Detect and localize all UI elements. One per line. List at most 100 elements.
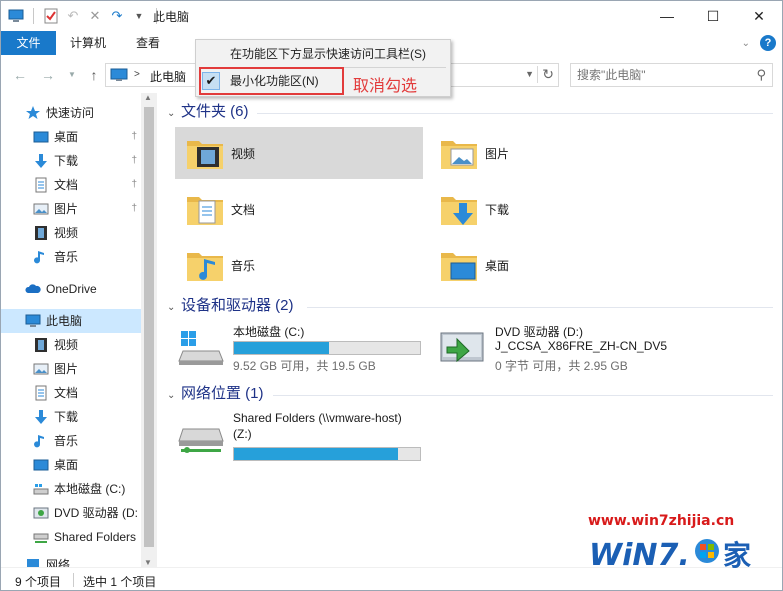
recent-locations-icon[interactable]: ▼	[63, 65, 81, 85]
annotation-text: 取消勾选	[353, 78, 418, 95]
nav-item-label: 视频	[54, 338, 79, 352]
search-input[interactable]	[577, 65, 747, 85]
svg-text:WiN7.: WiN7.	[589, 538, 690, 573]
nav-item-12[interactable]: 下载	[1, 405, 141, 429]
window-controls: — ☐ ✕	[644, 1, 782, 31]
nav-item-15[interactable]: 本地磁盘 (C:)	[1, 477, 141, 501]
nav-scrollbar[interactable]: ▲ ▼	[141, 93, 157, 567]
pin-icon[interactable]: †	[131, 173, 137, 197]
minimize-button[interactable]: —	[644, 1, 690, 31]
usage-bar	[233, 341, 421, 355]
maximize-button[interactable]: ☐	[690, 1, 736, 31]
video-folder-icon	[187, 141, 223, 169]
nav-item-14[interactable]: 桌面	[1, 453, 141, 477]
pin-icon[interactable]: †	[131, 197, 137, 221]
pin-icon[interactable]: †	[131, 149, 137, 173]
nav-item-3[interactable]: 文档 †	[1, 173, 141, 197]
group-header-network[interactable]: ⌄ 网络位置 (1)	[167, 383, 264, 405]
close-button[interactable]: ✕	[736, 1, 782, 31]
item-count: 9 个项目	[15, 575, 62, 589]
drive-name: Shared Folders (\\vmware-host)	[233, 411, 402, 425]
explorer-window: ↶ ✕ ↷ ▼ 此电脑 — ☐ ✕ 文件 计算机 查看 ⌄ ? 在功能区下方显示…	[0, 0, 783, 591]
computer-icon[interactable]	[7, 7, 25, 25]
nav-item-label: 下载	[54, 154, 79, 168]
document-icon	[33, 385, 49, 401]
folder-tile-2[interactable]: 文档	[175, 183, 423, 235]
drive-letter: (Z:)	[233, 427, 252, 441]
folder-tile-0[interactable]: 视频	[175, 127, 423, 179]
dvd-icon	[440, 332, 484, 363]
customize-dropdown-icon[interactable]: ▼	[130, 7, 148, 25]
folder-tile-4[interactable]: 音乐	[175, 239, 423, 291]
nav-item-0[interactable]: 快速访问	[1, 101, 141, 125]
nav-item-2[interactable]: 下载 †	[1, 149, 141, 173]
help-icon[interactable]: ?	[760, 35, 776, 51]
nav-item-label: 下载	[54, 410, 79, 424]
usage-fill	[234, 448, 398, 460]
nav-item-11[interactable]: 文档	[1, 381, 141, 405]
drive-free-space: 0 字节 可用，共 2.95 GB	[495, 359, 628, 373]
nav-item-label: 桌面	[54, 130, 79, 144]
nav-item-label: DVD 驱动器 (D:	[54, 506, 139, 520]
tab-computer[interactable]: 计算机	[70, 31, 106, 55]
up-icon[interactable]: ↑	[85, 65, 103, 85]
undo-icon[interactable]: ↶	[64, 7, 82, 25]
search-icon: ⚲	[756, 67, 766, 82]
nav-item-17[interactable]: Shared Folders	[1, 525, 141, 549]
document-icon	[33, 177, 49, 193]
forward-icon[interactable]: →	[39, 65, 57, 85]
nav-item-5[interactable]: 视频	[1, 221, 141, 245]
folder-tile-5[interactable]: 桌面	[429, 239, 677, 291]
pin-icon[interactable]: †	[131, 125, 137, 149]
nav-item-9[interactable]: 视频	[1, 333, 141, 357]
expand-ribbon-icon[interactable]: ⌄	[742, 38, 750, 49]
nav-item-label: 本地磁盘 (C:)	[54, 482, 126, 496]
tab-view[interactable]: 查看	[136, 31, 160, 55]
scroll-thumb[interactable]	[144, 107, 154, 547]
scroll-up-icon[interactable]: ▲	[144, 93, 152, 102]
nav-item-13[interactable]: 音乐	[1, 429, 141, 453]
tab-file[interactable]: 文件	[1, 31, 56, 55]
refresh-icon[interactable]: ↻	[537, 66, 554, 83]
address-dropdown-icon[interactable]: ▼	[525, 69, 534, 79]
properties-icon[interactable]	[42, 7, 60, 25]
nav-item-6[interactable]: 音乐	[1, 245, 141, 269]
nav-item-1[interactable]: 桌面 †	[1, 125, 141, 149]
nav-item-8[interactable]: 此电脑	[1, 309, 141, 333]
redo-icon[interactable]: ↷	[108, 7, 126, 25]
delete-icon[interactable]: ✕	[86, 7, 104, 25]
nav-item-16[interactable]: DVD 驱动器 (D:	[1, 501, 141, 525]
scroll-down-icon[interactable]: ▼	[144, 558, 152, 567]
drive-z[interactable]: Shared Folders (\\vmware-host) (Z:)	[177, 409, 427, 461]
group-header-folders[interactable]: ⌄ 文件夹 (6)	[167, 101, 249, 123]
drive-volume-label: J_CCSA_X86FRE_ZH-CN_DV5	[495, 339, 668, 353]
group-divider	[257, 113, 773, 114]
folder-label: 音乐	[231, 259, 256, 273]
breadcrumb[interactable]: 此电脑	[150, 68, 186, 85]
back-icon[interactable]: ←	[11, 65, 29, 85]
nav-item-label: 音乐	[54, 250, 79, 264]
nav-item-label: 文档	[54, 386, 79, 400]
drive-d[interactable]: DVD 驱动器 (D:) J_CCSA_X86FRE_ZH-CN_DV5 0 字…	[439, 321, 689, 373]
pictures-icon	[33, 201, 49, 217]
network-drive-icon	[33, 529, 49, 545]
search-box[interactable]: ⚲	[570, 63, 773, 87]
watermark-logo: WiN7. 家	[589, 538, 751, 573]
nav-item-label: 快速访问	[46, 106, 95, 120]
breadcrumb-separator[interactable]: >	[134, 69, 140, 80]
folder-tile-1[interactable]: 图片	[429, 127, 677, 179]
folder-label: 图片	[485, 147, 510, 161]
nav-item-label: 音乐	[54, 434, 79, 448]
nav-item-7[interactable]: OneDrive	[1, 277, 141, 301]
cloud-icon	[25, 281, 41, 297]
nav-item-10[interactable]: 图片	[1, 357, 141, 381]
drive-c[interactable]: 本地磁盘 (C:) 9.52 GB 可用，共 19.5 GB	[177, 321, 427, 373]
menu-item-show-qat-below[interactable]: 在功能区下方显示快速访问工具栏(S)	[196, 42, 450, 66]
nav-item-4[interactable]: 图片 †	[1, 197, 141, 221]
desktop-icon	[33, 129, 49, 145]
group-header-devices[interactable]: ⌄ 设备和驱动器 (2)	[167, 295, 294, 317]
nav-item-18[interactable]: 网络	[1, 553, 141, 567]
folder-tile-3[interactable]: 下载	[429, 183, 677, 235]
local-disk-icon	[178, 331, 224, 365]
nav-item-label: 图片	[54, 362, 79, 376]
